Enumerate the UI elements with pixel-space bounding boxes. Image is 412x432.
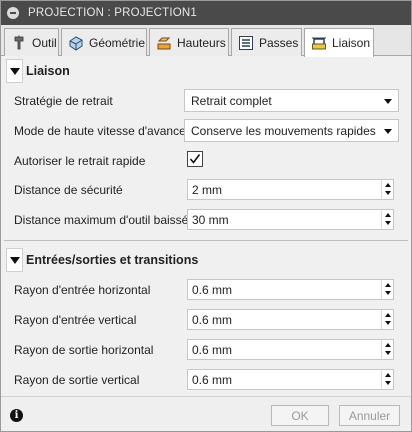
strategie-retrait-select[interactable]: Retrait complet [184,89,399,112]
row-rayon-entree-vertical: Rayon d'entrée vertical 0.6 mm [1,306,411,334]
heights-icon [155,34,172,51]
tab-passes[interactable]: Passes [231,28,302,56]
field-label: Distance de sécurité [14,183,123,197]
mode-haute-vitesse-select[interactable]: Conserve les mouvements rapides [184,119,399,142]
field-label: Rayon d'entrée vertical [14,313,137,327]
expand-triangle-icon[interactable] [6,59,23,83]
tab-geometrie[interactable]: Géométrie [61,28,147,56]
dialog-title: PROJECTION : PROJECTION1 [28,7,198,19]
tab-liaison[interactable]: Liaison [304,28,374,57]
spin-up-icon[interactable] [385,343,391,347]
rayon-sortie-vertical-input[interactable]: 0.6 mm [187,369,394,390]
input-value: 30 mm [192,212,229,227]
dialog-footer: i OK Annuler [1,396,411,431]
input-value: 2 mm [192,182,222,197]
checkmark-icon [189,154,201,164]
field-label: Rayon de sortie horizontal [14,343,154,357]
section-header-liaison[interactable]: Liaison [6,58,406,84]
input-value: 0.6 mm [192,282,233,297]
cancel-button[interactable]: Annuler [339,405,400,426]
tab-label: Outil [32,35,57,50]
tab-bar: Outil Géométrie Hauteurs Passes Liaison [1,25,411,57]
distance-max-input[interactable]: 30 mm [187,209,394,230]
chevron-down-icon [384,99,392,104]
tab-label: Liaison [332,36,371,50]
spin-down-icon[interactable] [385,381,391,385]
rayon-entree-vertical-input[interactable]: 0.6 mm [187,309,394,330]
row-rayon-sortie-vertical: Rayon de sortie vertical 0.6 mm [1,366,411,394]
ok-button[interactable]: OK [271,405,329,426]
field-label: Rayon de sortie vertical [14,373,140,387]
section-title: Entrées/sorties et transitions [26,253,199,267]
section-title: Liaison [26,64,70,78]
projection-dialog: PROJECTION : PROJECTION1 Outil Géométrie… [0,0,412,432]
field-label: Distance maximum d'outil baissé [14,213,189,227]
expand-triangle-icon[interactable] [6,248,23,272]
select-value: Retrait complet [191,93,272,108]
spinner[interactable] [381,370,393,389]
autoriser-retrait-checkbox[interactable] [187,151,203,167]
rayon-entree-horizontal-input[interactable]: 0.6 mm [187,279,394,300]
info-icon[interactable]: i [10,409,23,422]
passes-icon [237,34,254,51]
row-strategie-retrait: Stratégie de retrait Retrait complet [1,87,411,115]
chevron-down-icon [384,129,392,134]
spin-down-icon[interactable] [385,351,391,355]
spin-up-icon[interactable] [385,373,391,377]
section-header-entrees-sorties[interactable]: Entrées/sorties et transitions [6,247,406,273]
spin-up-icon[interactable] [385,183,391,187]
select-value: Conserve les mouvements rapides [191,123,376,138]
spin-up-icon[interactable] [385,283,391,287]
tab-content: Liaison Stratégie de retrait Retrait com… [1,56,411,396]
linking-icon [310,35,327,52]
input-value: 0.6 mm [192,372,233,387]
spinner[interactable] [381,340,393,359]
geometry-icon [67,34,84,51]
spinner[interactable] [381,280,393,299]
spin-down-icon[interactable] [385,221,391,225]
spin-down-icon[interactable] [385,291,391,295]
collapse-icon[interactable] [7,7,19,19]
row-rayon-entree-horizontal: Rayon d'entrée horizontal 0.6 mm [1,276,411,304]
distance-securite-input[interactable]: 2 mm [187,179,394,200]
spin-up-icon[interactable] [385,313,391,317]
field-label: Autoriser le retrait rapide [14,154,146,168]
tab-label: Passes [259,35,299,50]
tab-hauteurs[interactable]: Hauteurs [149,28,229,56]
spinner[interactable] [381,310,393,329]
tool-icon [10,34,27,51]
section-divider [4,240,408,241]
spinner[interactable] [381,180,393,199]
field-label: Stratégie de retrait [14,94,113,108]
spin-down-icon[interactable] [385,321,391,325]
tab-label: Géométrie [89,35,146,50]
spinner[interactable] [381,210,393,229]
spin-down-icon[interactable] [385,191,391,195]
input-value: 0.6 mm [192,342,233,357]
tab-outil[interactable]: Outil [4,28,59,56]
row-mode-haute-vitesse: Mode de haute vitesse d'avance Conserve … [1,117,411,145]
tab-label: Hauteurs [177,35,226,50]
row-rayon-sortie-horizontal: Rayon de sortie horizontal 0.6 mm [1,336,411,364]
field-label: Mode de haute vitesse d'avance [14,124,186,138]
row-distance-securite: Distance de sécurité 2 mm [1,176,411,204]
input-value: 0.6 mm [192,312,233,327]
row-distance-max: Distance maximum d'outil baissé 30 mm [1,206,411,234]
title-bar: PROJECTION : PROJECTION1 [1,1,411,25]
row-autoriser-retrait: Autoriser le retrait rapide [1,147,411,175]
rayon-sortie-horizontal-input[interactable]: 0.6 mm [187,339,394,360]
field-label: Rayon d'entrée horizontal [14,283,151,297]
spin-up-icon[interactable] [385,213,391,217]
